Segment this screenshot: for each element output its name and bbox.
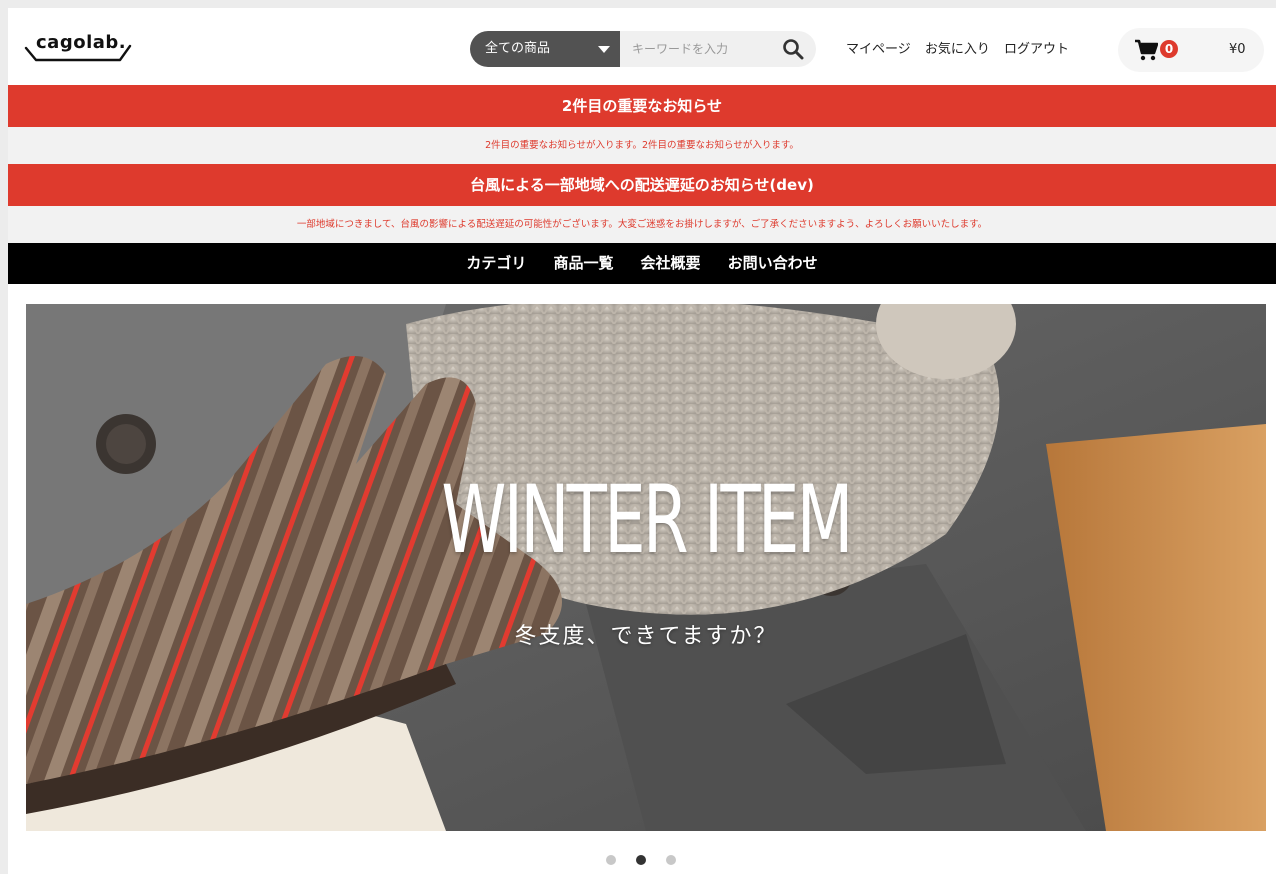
search-icon[interactable]: [782, 38, 804, 60]
notice-body: 2件目の重要なお知らせが入ります。2件目の重要なお知らせが入ります。: [8, 127, 1276, 164]
window-frame-top: [0, 0, 1276, 8]
slider-dots: [606, 855, 676, 867]
hero-subtitle: 冬支度、できてますか？: [514, 624, 778, 649]
slider-dot-1[interactable]: [606, 855, 616, 865]
notice-body: 一部地域につきまして、台風の影響による配送遅延の可能性がございます。大変ご迷惑を…: [8, 206, 1276, 243]
notice-title: 2件目の重要なお知らせ: [8, 85, 1276, 127]
cart-count-badge: 0: [1160, 40, 1178, 58]
category-select-value: 全ての商品: [485, 41, 551, 56]
site-logo[interactable]: cagolab.: [24, 32, 136, 62]
hero-banner[interactable]: WINTER ITEM 冬支度、できてますか？: [26, 304, 1266, 831]
slider-dot-3[interactable]: [666, 855, 676, 865]
favorites-link[interactable]: お気に入り: [925, 42, 990, 57]
nav-item-category[interactable]: カテゴリ: [466, 243, 526, 284]
site-header: cagolab. 全ての商品 マイページ お気に入り ログアウト 0 ¥0: [8, 8, 1276, 84]
slider-dot-2[interactable]: [636, 855, 646, 865]
chevron-down-icon: [598, 46, 610, 53]
account-links: マイページ お気に入り ログアウト: [846, 38, 1079, 57]
category-select[interactable]: 全ての商品: [470, 31, 620, 67]
cart-button[interactable]: 0 ¥0: [1118, 28, 1264, 72]
mypage-link[interactable]: マイページ: [846, 42, 911, 57]
nav-item-company[interactable]: 会社概要: [641, 243, 701, 284]
notice-title: 台風による一部地域への配送遅延のお知らせ(dev): [8, 164, 1276, 206]
search-bar: 全ての商品: [470, 31, 816, 67]
nav-item-contact[interactable]: お問い合わせ: [728, 243, 818, 284]
hero-title: WINTER ITEM: [441, 466, 853, 575]
cart-total: ¥0: [1229, 42, 1246, 57]
logo-text: cagolab.: [36, 32, 127, 53]
cart-icon: [1135, 39, 1158, 61]
window-frame-left: [0, 0, 8, 874]
main-nav: カテゴリ 商品一覧 会社概要 お問い合わせ: [8, 243, 1276, 284]
logout-link[interactable]: ログアウト: [1004, 42, 1069, 57]
nav-item-products[interactable]: 商品一覧: [553, 243, 613, 284]
